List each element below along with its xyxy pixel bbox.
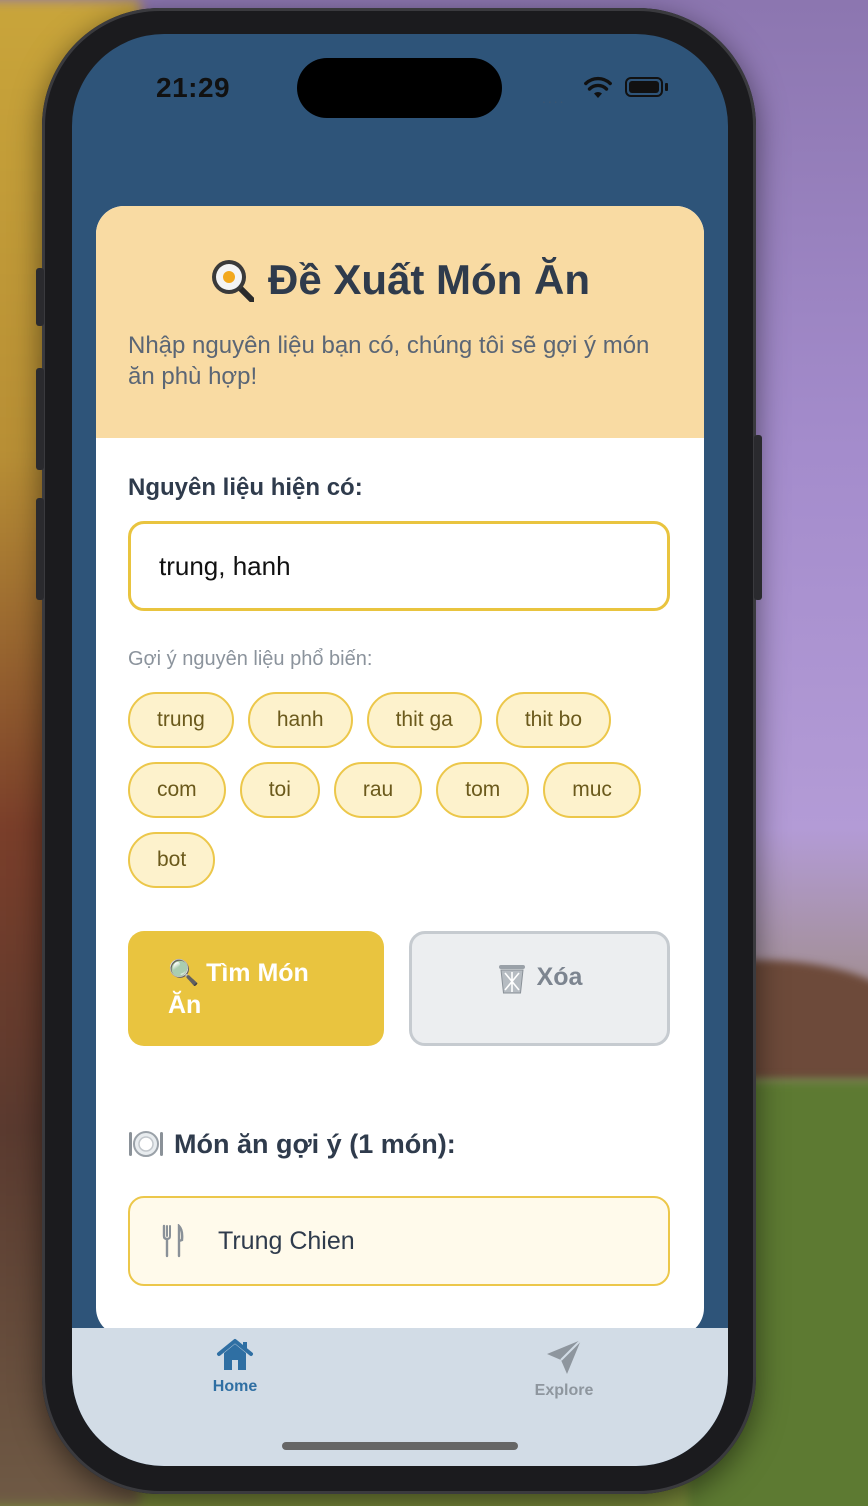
ingredients-label: Nguyên liệu hiện có:	[128, 474, 363, 501]
battery-cap	[665, 83, 668, 91]
phone-volume-up-button	[36, 368, 44, 470]
search-dishes-label: 🔍 Tìm Món Ăn	[168, 959, 309, 1019]
paper-plane-icon	[547, 1339, 582, 1374]
page-title-text: Đề Xuất Món Ăn	[268, 256, 590, 303]
chip-thit-ga[interactable]: thit ga	[366, 692, 482, 748]
chip-hanh[interactable]: hanh	[247, 692, 353, 748]
page-title: Đề Xuất Món Ăn	[96, 256, 704, 304]
tab-explore-label: Explore	[534, 1382, 594, 1399]
chip-toi[interactable]: toi	[239, 762, 320, 818]
home-icon	[217, 1339, 253, 1370]
recipe-card: Đề Xuất Món Ăn Nhập nguyên liệu bạn có, …	[96, 206, 704, 1336]
wifi-icon	[584, 76, 612, 98]
home-indicator[interactable]	[282, 1442, 518, 1450]
battery-icon	[625, 77, 663, 97]
clear-button[interactable]: Xóa	[409, 931, 670, 1046]
trash-icon	[498, 964, 525, 993]
fork-knife-icon	[162, 1224, 184, 1258]
phone-screen: 21:29 .... Đề Xuất Món Ăn Nhập nguyên li…	[72, 34, 728, 1466]
plate-icon	[129, 1131, 163, 1157]
page-subtitle: Nhập nguyên liệu bạn có, chúng tôi sẽ gợ…	[128, 332, 650, 390]
result-item-name: Trung Chien	[218, 1226, 355, 1255]
tab-explore[interactable]: Explore	[504, 1338, 624, 1400]
dynamic-island	[297, 58, 502, 118]
search-dishes-button[interactable]: 🔍 Tìm Món Ăn	[128, 931, 384, 1046]
suggestions-label: Gợi ý nguyên liệu phổ biến:	[128, 648, 373, 670]
phone-volume-down-button	[36, 498, 44, 600]
chip-com[interactable]: com	[128, 762, 226, 818]
chip-muc[interactable]: muc	[543, 762, 641, 818]
phone-power-button	[754, 435, 762, 600]
result-item[interactable]: Trung Chien	[128, 1196, 670, 1286]
ingredients-input[interactable]	[128, 521, 670, 611]
status-time: 21:29	[156, 72, 231, 103]
suggestion-chips: trung hanh thit ga thit bo com toi rau t…	[128, 692, 688, 888]
results-heading: Món ăn gợi ý (1 món):	[128, 1128, 456, 1160]
clear-label: Xóa	[536, 963, 583, 991]
results-heading-text: Món ăn gợi ý (1 món):	[174, 1128, 456, 1159]
frying-pan-egg-icon	[212, 260, 254, 302]
signal-icon: ....	[542, 90, 566, 106]
chip-bot[interactable]: bot	[128, 832, 216, 888]
chip-rau[interactable]: rau	[333, 762, 423, 818]
chip-tom[interactable]: tom	[436, 762, 530, 818]
chip-trung[interactable]: trung	[128, 692, 234, 748]
tab-home-label: Home	[212, 1378, 258, 1395]
card-header: Đề Xuất Món Ăn Nhập nguyên liệu bạn có, …	[96, 206, 704, 438]
tab-home[interactable]: Home	[175, 1338, 295, 1396]
phone-action-button	[36, 268, 44, 326]
status-bar: 21:29 ....	[72, 34, 728, 144]
chip-thit-bo[interactable]: thit bo	[495, 692, 612, 748]
